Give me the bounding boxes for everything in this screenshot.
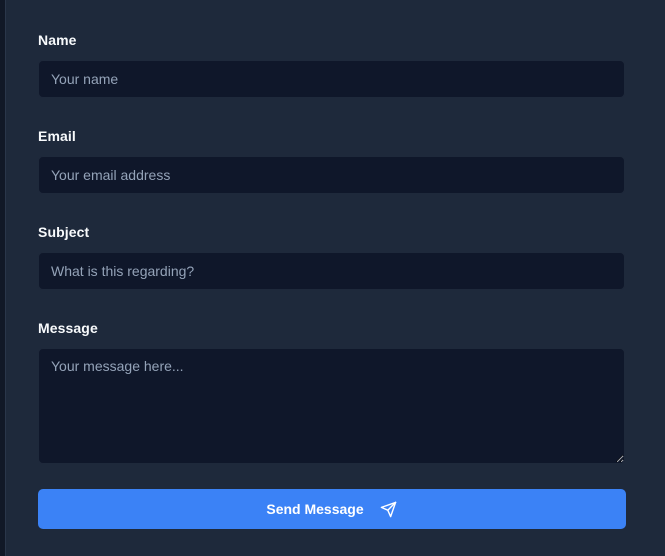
message-label: Message [38, 320, 98, 336]
email-input[interactable] [38, 156, 625, 194]
contact-form: Name Email Subject Message Send Message [5, 0, 665, 556]
page: Name Email Subject Message Send Message [0, 0, 665, 556]
email-label: Email [38, 128, 76, 144]
message-textarea[interactable] [38, 348, 625, 464]
send-message-label: Send Message [266, 501, 364, 517]
name-input[interactable] [38, 60, 625, 98]
send-icon [380, 500, 398, 518]
send-message-button[interactable]: Send Message [38, 489, 626, 529]
name-label: Name [38, 32, 77, 48]
subject-label: Subject [38, 224, 90, 240]
subject-input[interactable] [38, 252, 625, 290]
